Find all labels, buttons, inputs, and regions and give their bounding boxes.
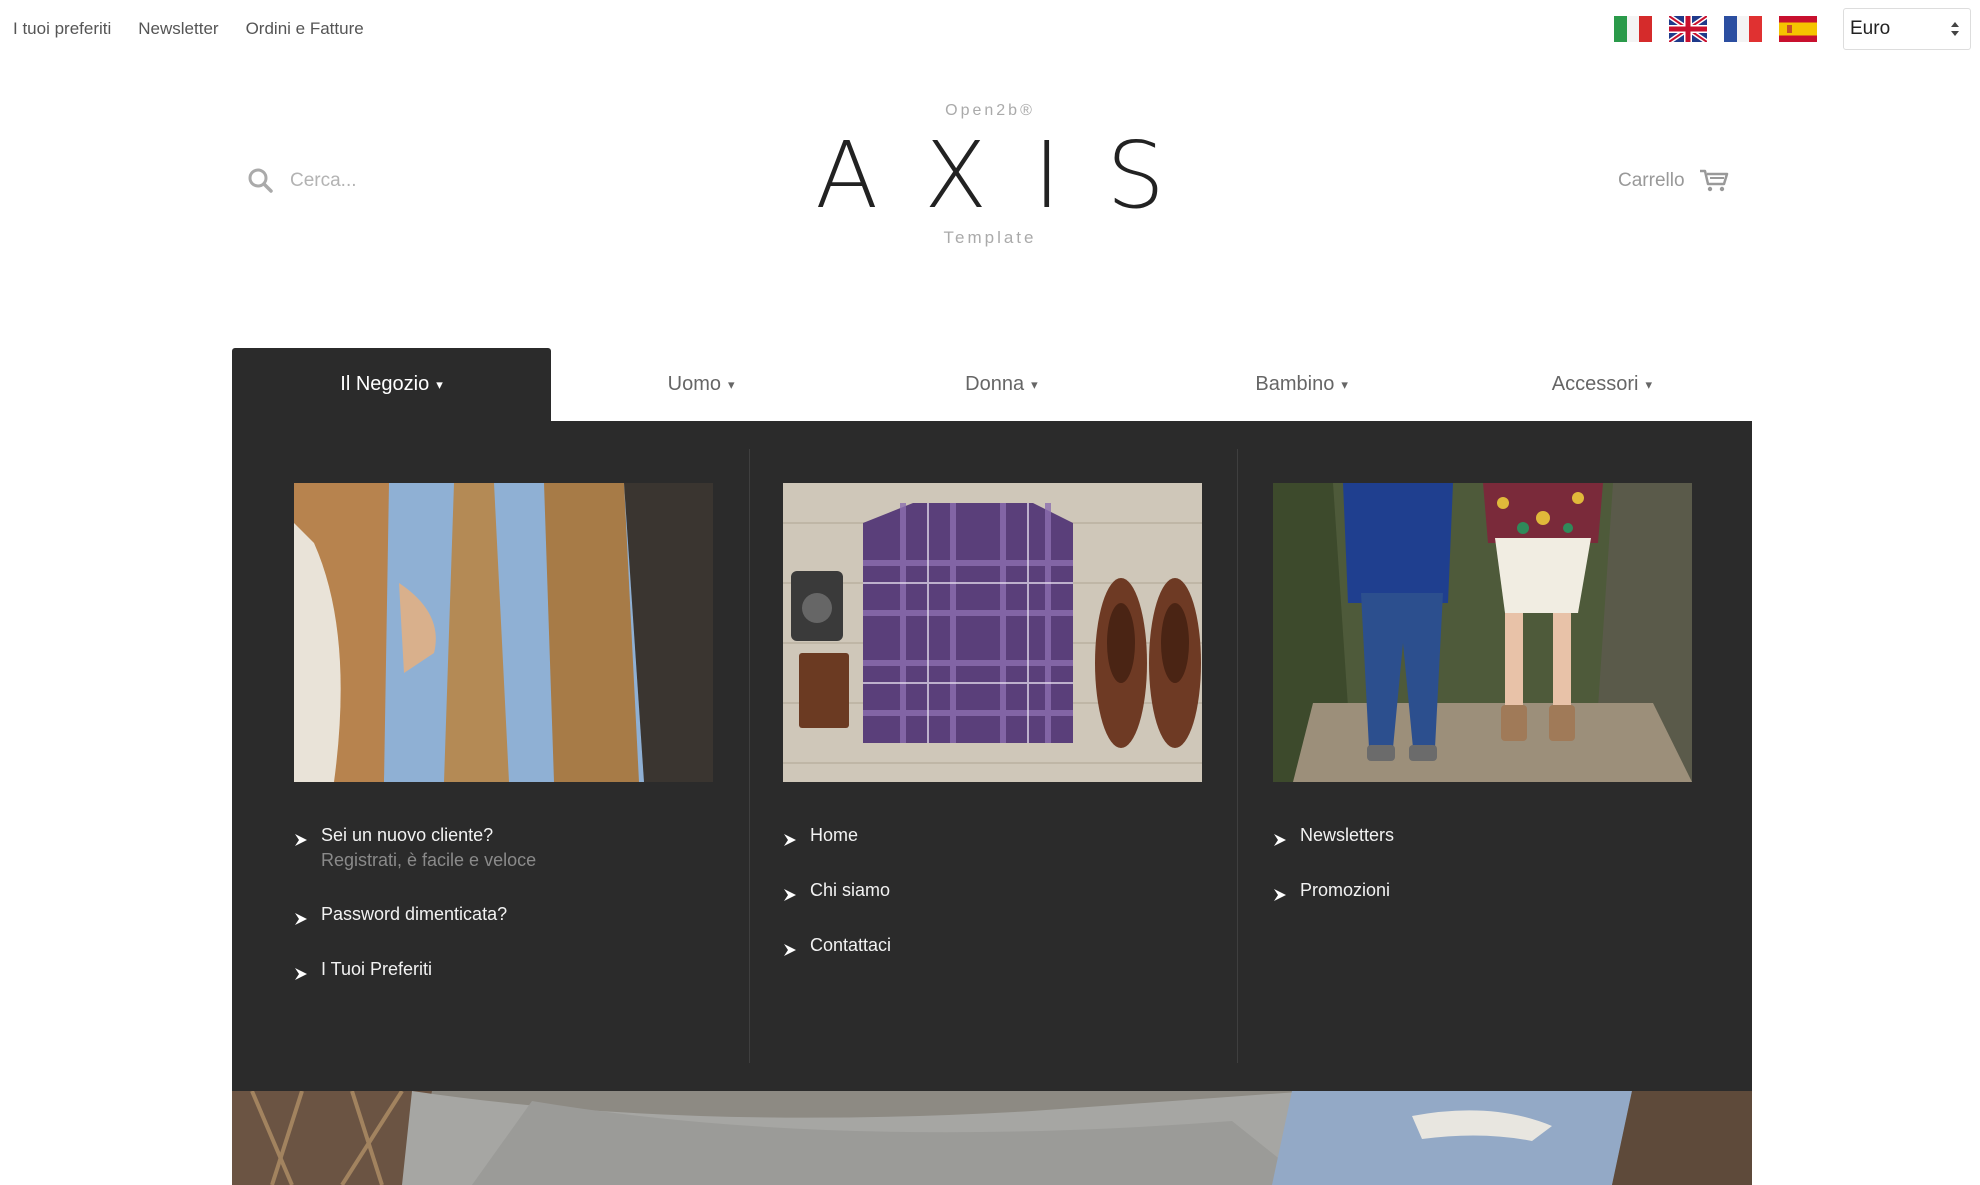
chevron-right-icon <box>784 944 796 956</box>
newsletters-link[interactable]: Newsletters <box>1273 825 1394 847</box>
currency-select[interactable]: Euro <box>1843 8 1971 50</box>
contact-link[interactable]: Contattaci <box>783 935 891 957</box>
nav-item-donna[interactable]: Donna ▾ <box>851 348 1151 421</box>
contact-label: Contattaci <box>810 935 892 955</box>
caret-down-icon: ▾ <box>1031 376 1038 392</box>
france-flag-icon[interactable] <box>1724 16 1762 42</box>
caret-down-icon: ▾ <box>728 376 735 392</box>
chevron-right-icon <box>295 968 307 980</box>
column-divider <box>749 449 750 1063</box>
nav-item-il-negozio[interactable]: Il Negozio ▾ <box>232 348 551 421</box>
couple-vest-photo[interactable] <box>294 483 713 782</box>
favorites-menu-label: I Tuoi Preferiti <box>321 959 433 979</box>
column-divider <box>1237 449 1238 1063</box>
orders-invoices-link[interactable]: Ordini e Fatture <box>246 19 364 39</box>
main-nav: Il Negozio ▾ Uomo ▾ Donna ▾ Bambino ▾ Ac… <box>232 348 1752 421</box>
mega-menu: Sei un nuovo cliente? Registrati, è faci… <box>232 421 1752 1091</box>
favorites-link[interactable]: I tuoi preferiti <box>13 19 111 39</box>
nav-label: Bambino <box>1255 373 1335 395</box>
cart-label: Carrello <box>1618 170 1685 191</box>
about-link[interactable]: Chi siamo <box>783 880 891 902</box>
forgot-password-label: Password dimenticata? <box>321 904 508 924</box>
currency-value: Euro <box>1850 18 1891 39</box>
select-arrows-icon <box>1951 22 1959 36</box>
logo-brand-bottom: Template <box>943 228 1037 247</box>
forgot-password-link[interactable]: Password dimenticata? <box>294 904 536 926</box>
italy-flag-icon[interactable] <box>1614 16 1652 42</box>
promo-links: Newsletters Promozioni <box>1273 825 1394 935</box>
hero-banner-image[interactable] <box>232 1091 1752 1185</box>
newsletters-label: Newsletters <box>1300 825 1395 845</box>
chevron-right-icon <box>295 913 307 925</box>
nav-item-bambino[interactable]: Bambino ▾ <box>1152 348 1452 421</box>
spain-flag-icon[interactable] <box>1779 16 1817 42</box>
nav-label: Accessori <box>1551 373 1639 395</box>
chevron-right-icon <box>1274 889 1286 901</box>
new-customer-subtitle: Registrati, è facile e veloce <box>321 850 537 870</box>
account-links: Sei un nuovo cliente? Registrati, è faci… <box>294 825 536 1014</box>
promotions-link[interactable]: Promozioni <box>1273 880 1394 902</box>
top-links: I tuoi preferiti Newsletter Ordini e Fat… <box>13 19 364 39</box>
cart-icon <box>1699 169 1728 192</box>
nav-label: Il Negozio <box>340 373 430 395</box>
caret-down-icon: ▾ <box>1341 376 1348 392</box>
language-flags <box>1614 16 1817 42</box>
chevron-right-icon <box>1274 834 1286 846</box>
about-label: Chi siamo <box>810 880 891 900</box>
uk-flag-icon[interactable] <box>1669 16 1707 42</box>
nav-item-uomo[interactable]: Uomo ▾ <box>551 348 851 421</box>
chevron-right-icon <box>784 834 796 846</box>
promotions-label: Promozioni <box>1300 880 1391 900</box>
cart-button[interactable]: Carrello <box>1618 168 1729 194</box>
top-bar: I tuoi preferiti Newsletter Ordini e Fat… <box>0 0 1980 58</box>
nav-label: Uomo <box>667 373 722 395</box>
info-links: Home Chi siamo Contattaci <box>783 825 891 990</box>
nav-item-accessori[interactable]: Accessori ▾ <box>1452 348 1752 421</box>
chevron-right-icon <box>295 834 307 846</box>
home-label: Home <box>810 825 859 845</box>
flatlay-shirt-photo[interactable] <box>783 483 1202 782</box>
home-link[interactable]: Home <box>783 825 891 847</box>
nav-label: Donna <box>965 373 1025 395</box>
caret-down-icon: ▾ <box>1645 376 1652 392</box>
couple-boardwalk-photo[interactable] <box>1273 483 1692 782</box>
new-customer-title: Sei un nuovo cliente? <box>321 825 494 845</box>
favorites-menu-link[interactable]: I Tuoi Preferiti <box>294 959 536 981</box>
new-customer-link[interactable]: Sei un nuovo cliente? Registrati, è faci… <box>294 825 536 871</box>
newsletter-link[interactable]: Newsletter <box>138 19 218 39</box>
chevron-right-icon <box>784 889 796 901</box>
caret-down-icon: ▾ <box>436 376 443 392</box>
logo-brand-top: Open2b® <box>945 102 1035 119</box>
